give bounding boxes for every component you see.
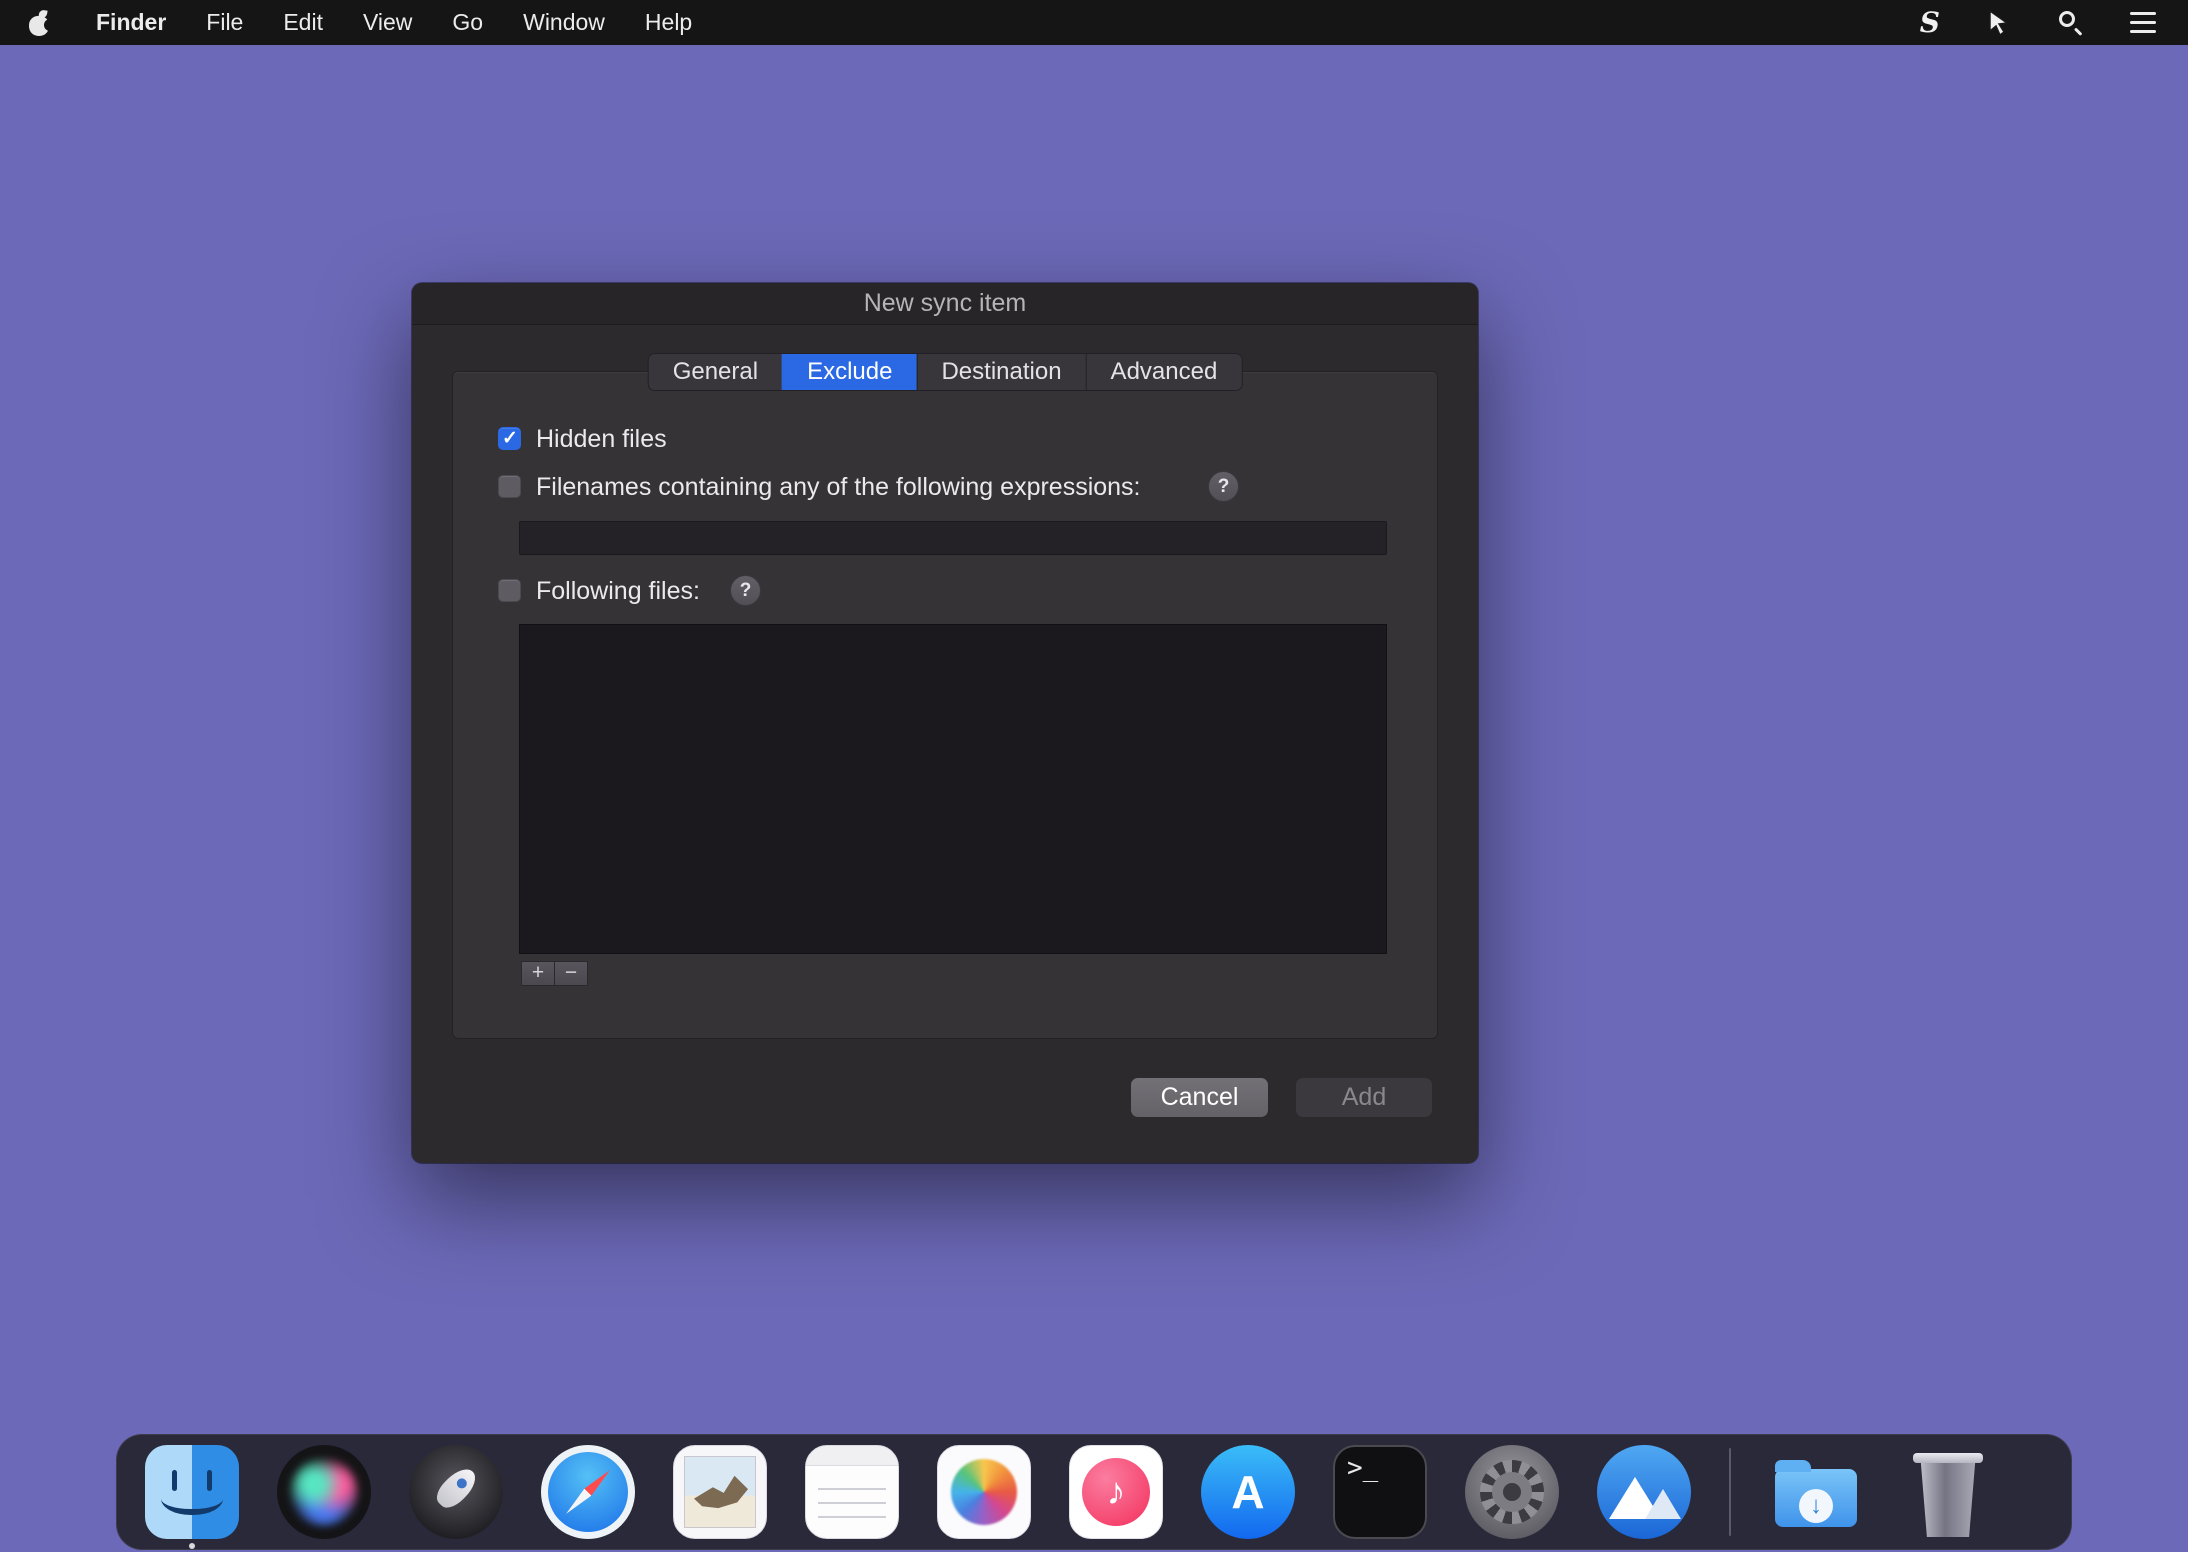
dock-system-preferences-icon[interactable] bbox=[1465, 1445, 1559, 1539]
finder-smile bbox=[161, 1481, 223, 1515]
hidden-files-label: Hidden files bbox=[536, 425, 667, 454]
notepad bbox=[805, 1445, 899, 1539]
search-handle bbox=[2074, 27, 2082, 35]
terminal-window: >_ bbox=[1333, 1445, 1427, 1539]
dock-trash-icon[interactable] bbox=[1901, 1445, 1995, 1539]
dock-safari-icon[interactable] bbox=[541, 1445, 635, 1539]
search-lens bbox=[2059, 11, 2075, 27]
dock: ♪ A >_ ↓ bbox=[116, 1434, 2072, 1550]
dock-photos-icon[interactable] bbox=[937, 1445, 1031, 1539]
new-sync-item-dialog: New sync item General Exclude Destinatio… bbox=[412, 283, 1478, 1163]
music-tile: ♪ bbox=[1069, 1445, 1163, 1539]
add-button[interactable]: Add bbox=[1296, 1078, 1432, 1117]
list-line bbox=[2130, 30, 2156, 33]
gear-icon bbox=[1465, 1445, 1559, 1539]
list-menu-icon[interactable] bbox=[2130, 12, 2156, 33]
dock-mountain-app-icon[interactable] bbox=[1597, 1445, 1691, 1539]
filenames-help-button[interactable]: ? bbox=[1208, 471, 1239, 502]
list-add-remove-group: + − bbox=[521, 961, 588, 986]
list-line bbox=[2130, 21, 2156, 24]
cancel-button[interactable]: Cancel bbox=[1131, 1078, 1268, 1117]
dock-notes-icon[interactable] bbox=[805, 1445, 899, 1539]
dock-siri-icon[interactable] bbox=[277, 1445, 371, 1539]
tab-general[interactable]: General bbox=[649, 354, 782, 390]
tab-exclude[interactable]: Exclude bbox=[782, 354, 916, 390]
search-icon[interactable] bbox=[2058, 10, 2084, 36]
gear-hole bbox=[1503, 1483, 1521, 1501]
tab-destination[interactable]: Destination bbox=[916, 354, 1085, 390]
expressions-input[interactable] bbox=[519, 521, 1387, 555]
terminal-prompt-icon: >_ bbox=[1347, 1453, 1378, 1483]
menu-bar-status: S bbox=[1920, 6, 2156, 39]
rocket-window bbox=[454, 1476, 468, 1490]
dock-mail-icon[interactable] bbox=[673, 1445, 767, 1539]
menu-item-window[interactable]: Window bbox=[523, 9, 605, 36]
safari-compass bbox=[541, 1445, 635, 1539]
dock-divider bbox=[1729, 1448, 1731, 1536]
dock-launchpad-icon[interactable] bbox=[409, 1445, 503, 1539]
tab-advanced[interactable]: Advanced bbox=[1086, 354, 1242, 390]
notepad-lines bbox=[818, 1476, 886, 1528]
following-files-checkbox[interactable] bbox=[498, 579, 521, 602]
mountain-circle bbox=[1597, 1445, 1691, 1539]
menu-item-view[interactable]: View bbox=[363, 9, 412, 36]
sync-app-menu-icon[interactable]: S bbox=[1920, 6, 1940, 39]
appstore-a-icon: A bbox=[1201, 1445, 1295, 1539]
mail-stamp bbox=[673, 1445, 767, 1539]
finder-face bbox=[145, 1445, 239, 1539]
dock-terminal-icon[interactable]: >_ bbox=[1333, 1445, 1427, 1539]
siri-orb bbox=[277, 1445, 371, 1539]
download-arrow-icon: ↓ bbox=[1799, 1489, 1833, 1523]
menu-bar: Finder File Edit View Go Window Help S bbox=[0, 0, 2188, 45]
launchpad-circle bbox=[409, 1445, 503, 1539]
pinwheel bbox=[951, 1459, 1017, 1525]
apple-bite bbox=[44, 19, 56, 31]
downloads-folder: ↓ bbox=[1769, 1445, 1863, 1539]
menu-item-file[interactable]: File bbox=[206, 9, 243, 36]
dock-music-icon[interactable]: ♪ bbox=[1069, 1445, 1163, 1539]
dock-app-store-icon[interactable]: A bbox=[1201, 1445, 1295, 1539]
tab-bar: General Exclude Destination Advanced bbox=[648, 353, 1243, 391]
add-file-button[interactable]: + bbox=[521, 961, 555, 986]
trash-body bbox=[1917, 1461, 1979, 1537]
trash-lid bbox=[1913, 1453, 1983, 1463]
dock-finder-icon[interactable] bbox=[145, 1445, 239, 1539]
filenames-label: Filenames containing any of the followin… bbox=[536, 473, 1141, 502]
menu-item-edit[interactable]: Edit bbox=[283, 9, 323, 36]
trash-bin bbox=[1901, 1445, 1995, 1539]
mountain-peak-small bbox=[1645, 1489, 1681, 1519]
apple-leaf bbox=[38, 9, 47, 18]
cursor-menu-icon[interactable] bbox=[1986, 9, 2012, 37]
following-files-list[interactable] bbox=[519, 624, 1387, 954]
hidden-files-checkbox[interactable] bbox=[498, 427, 521, 450]
following-help-button[interactable]: ? bbox=[730, 575, 761, 606]
apple-menu-icon[interactable] bbox=[28, 10, 50, 36]
dock-downloads-folder-icon[interactable]: ↓ bbox=[1769, 1445, 1863, 1539]
dialog-title: New sync item bbox=[864, 289, 1027, 318]
finder-running-indicator bbox=[189, 1543, 195, 1549]
filenames-checkbox[interactable] bbox=[498, 475, 521, 498]
menu-item-help[interactable]: Help bbox=[645, 9, 692, 36]
notepad-header bbox=[806, 1446, 898, 1466]
rocket-shape bbox=[431, 1463, 481, 1513]
menu-app-name[interactable]: Finder bbox=[96, 9, 166, 36]
photos-tile bbox=[937, 1445, 1031, 1539]
menu-item-go[interactable]: Go bbox=[452, 9, 483, 36]
menu-bar-left: Finder File Edit View Go Window Help bbox=[28, 9, 692, 36]
dialog-title-bar[interactable]: New sync item bbox=[412, 283, 1478, 325]
siri-blob bbox=[290, 1458, 358, 1526]
music-note-icon: ♪ bbox=[1082, 1458, 1150, 1526]
list-line bbox=[2130, 12, 2156, 15]
remove-file-button[interactable]: − bbox=[554, 961, 588, 986]
following-files-label: Following files: bbox=[536, 577, 700, 606]
